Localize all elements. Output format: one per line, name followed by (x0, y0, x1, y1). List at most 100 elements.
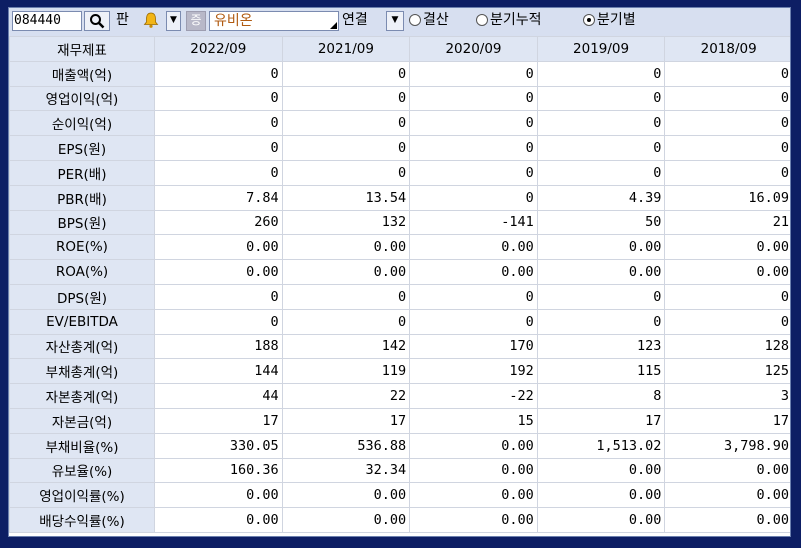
table-cell: 0 (664, 60, 790, 87)
row-label: 자산총계(억) (9, 333, 155, 360)
table-cell: 0 (536, 283, 666, 310)
radio-dot-icon (587, 18, 591, 22)
row-label: EV/EBITDA (9, 308, 155, 335)
row-label: 부채총계(억) (9, 358, 155, 385)
table-header-row: 재무제표 2022/09 2021/09 2020/09 2019/09 201… (9, 36, 790, 62)
column-header: 2019/09 (536, 36, 666, 62)
table-cell: 0 (664, 283, 790, 310)
table-cell: 21 (664, 209, 790, 236)
table-cell: 260 (154, 209, 283, 236)
table-row[interactable]: 영업이익률(%) 0.00 0.00 0.00 0.00 0.00 (9, 482, 790, 509)
radio-quarterly[interactable]: 분기별 (583, 11, 636, 31)
table-row[interactable]: BPS(원) 260 132 -141 50 21 (9, 209, 790, 236)
row-label: 순이익(억) (9, 110, 155, 137)
radio-label: 분기별 (597, 12, 636, 28)
table-cell: 0.00 (154, 482, 283, 509)
table-row[interactable]: ROA(%) 0.00 0.00 0.00 0.00 0.00 (9, 259, 790, 285)
table-row[interactable]: ROE(%) 0.00 0.00 0.00 0.00 0.00 (9, 234, 790, 261)
alert-dropdown-button[interactable]: ▼ (166, 11, 181, 31)
table-row[interactable]: 부채총계(억) 144 119 192 115 125 (9, 358, 790, 385)
table-cell: -22 (409, 383, 538, 409)
table-cell: 0 (281, 308, 411, 335)
row-label: ROE(%) (9, 234, 155, 261)
row-label: 부채비율(%) (9, 432, 155, 459)
table-cell: 0 (154, 85, 283, 112)
table-cell: 4.39 (536, 184, 666, 211)
table-cell: 0.00 (281, 482, 411, 509)
table-row[interactable]: EV/EBITDA 0 0 0 0 0 (9, 308, 790, 335)
table-cell: 0 (409, 60, 538, 87)
table-row[interactable]: PBR(배) 7.84 13.54 0 4.39 16.09 (9, 184, 790, 211)
row-label: 배당수익률(%) (9, 507, 155, 533)
table-cell: 17 (281, 407, 411, 434)
table-row[interactable]: 자본총계(억) 44 22 -22 8 3 (9, 383, 790, 409)
radio-label: 분기누적 (490, 12, 542, 28)
table-row[interactable]: 매출액(억) 0 0 0 0 0 (9, 60, 790, 87)
table-cell: 22 (281, 383, 411, 409)
table-cell: 132 (281, 209, 411, 236)
table-cell: 536.88 (281, 432, 411, 459)
table-cell: 50 (536, 209, 666, 236)
table-row[interactable]: 자본금(억) 17 17 15 17 17 (9, 407, 790, 434)
table-cell: 0 (154, 283, 283, 310)
table-cell: 0.00 (281, 259, 411, 285)
table-cell: 0 (664, 85, 790, 112)
row-label: 매출액(억) (9, 60, 155, 87)
table-cell: 0.00 (536, 259, 666, 285)
table-cell: 0.00 (664, 234, 790, 261)
radio-annual[interactable]: 결산 (409, 11, 449, 31)
search-button[interactable] (84, 11, 110, 31)
table-cell: 0 (536, 110, 666, 137)
row-label: 자본금(억) (9, 407, 155, 434)
table-cell: 0 (154, 308, 283, 335)
alert-button[interactable] (140, 11, 162, 31)
table-cell: 0 (154, 159, 283, 186)
table-cell: 0.00 (409, 482, 538, 509)
table-row[interactable]: 영업이익(억) 0 0 0 0 0 (9, 85, 790, 112)
table-cell: 0 (154, 60, 283, 87)
table-cell: 0.00 (536, 507, 666, 533)
table-cell: 0.00 (281, 507, 411, 533)
table-row[interactable]: DPS(원) 0 0 0 0 0 (9, 283, 790, 310)
table-cell: 3,798.90 (664, 432, 790, 459)
stock-code-input[interactable]: 084440 (12, 11, 82, 31)
row-label: 유보율(%) (9, 457, 155, 484)
stock-name: 유비온 (214, 13, 253, 29)
radio-circle-icon-selected (583, 14, 595, 26)
table-cell: 0 (536, 308, 666, 335)
table-cell: 160.36 (154, 457, 283, 484)
row-label: DPS(원) (9, 283, 155, 310)
table-row[interactable]: EPS(원) 0 0 0 0 0 (9, 135, 790, 161)
stock-name-field[interactable]: 유비온 (209, 11, 339, 31)
table-cell: 0.00 (536, 482, 666, 509)
column-header: 2020/09 (409, 36, 538, 62)
table-row[interactable]: 부채비율(%) 330.05 536.88 0.00 1,513.02 3,798.90 (9, 432, 790, 459)
radio-quarter-cumulative[interactable]: 분기누적 (476, 11, 542, 31)
table-cell: 125 (664, 358, 790, 385)
table-cell: 17 (536, 407, 666, 434)
table-row[interactable]: PER(배) 0 0 0 0 0 (9, 159, 790, 186)
row-label: EPS(원) (9, 135, 155, 161)
row-label: 영업이익(억) (9, 85, 155, 112)
table-cell: 17 (664, 407, 790, 434)
table-cell: 0 (664, 308, 790, 335)
table-cell: 0.00 (664, 457, 790, 484)
table-cell: 0 (409, 308, 538, 335)
table-row[interactable]: 배당수익률(%) 0.00 0.00 0.00 0.00 0.00 (9, 507, 790, 533)
table-cell: 192 (409, 358, 538, 385)
table-cell: 0 (664, 159, 790, 186)
column-header: 2018/09 (664, 36, 790, 62)
column-header: 재무제표 (9, 36, 155, 62)
table-cell: 115 (536, 358, 666, 385)
table-cell: 142 (281, 333, 411, 360)
table-cell: 0.00 (409, 259, 538, 285)
table-cell: 0.00 (281, 234, 411, 261)
table-cell: 0 (281, 85, 411, 112)
table-row[interactable]: 유보율(%) 160.36 32.34 0.00 0.00 0.00 (9, 457, 790, 484)
table-cell: 0 (536, 159, 666, 186)
table-row[interactable]: 자산총계(억) 188 142 170 123 128 (9, 333, 790, 360)
table-cell: 0 (409, 135, 538, 161)
table-row[interactable]: 순이익(억) 0 0 0 0 0 (9, 110, 790, 137)
table-cell: 8 (536, 383, 666, 409)
consolidated-dropdown-button[interactable]: ▼ (386, 11, 404, 31)
